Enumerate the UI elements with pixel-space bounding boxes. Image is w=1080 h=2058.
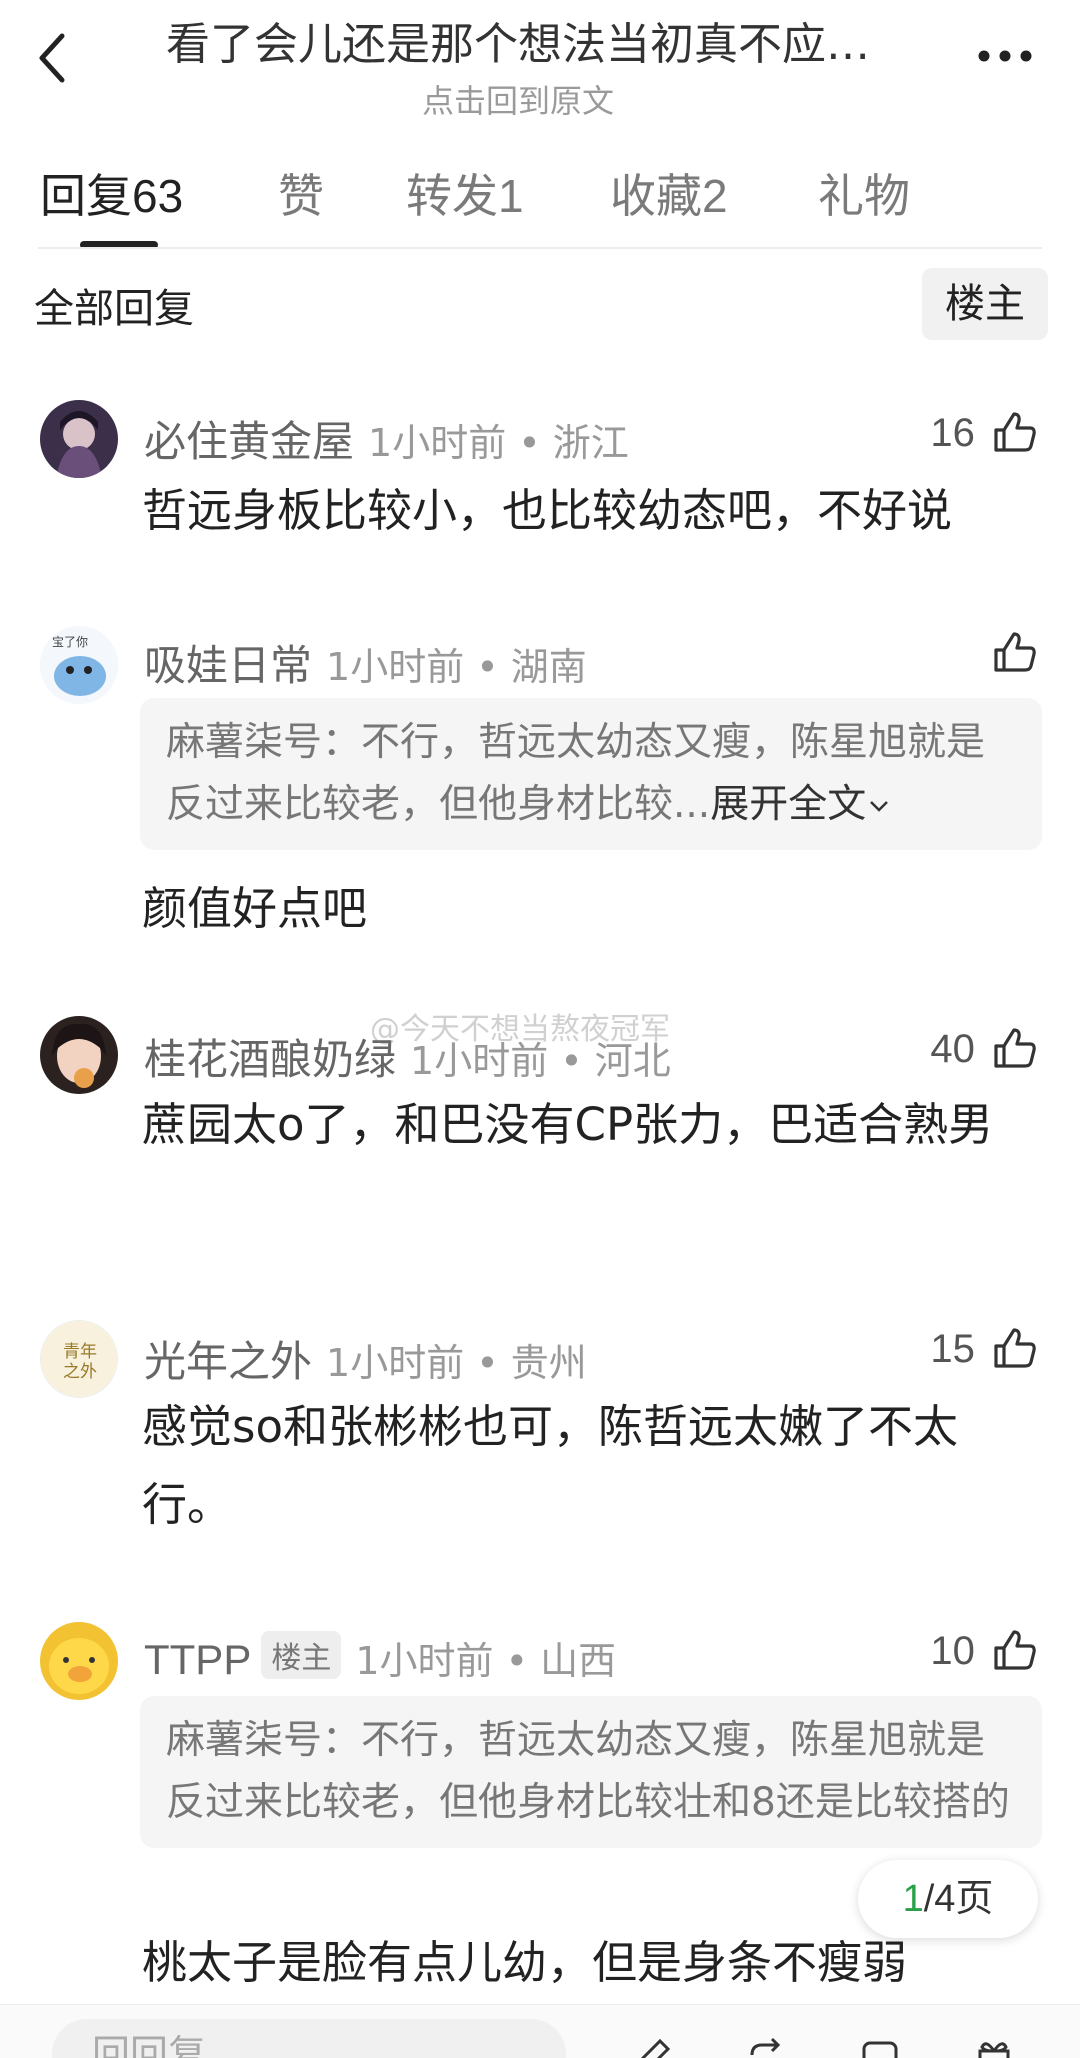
expand-full-text-link[interactable]: 展开全文	[710, 782, 892, 827]
op-badge: 楼主	[261, 1631, 342, 1679]
page-indicator[interactable]: 1/4页	[858, 1860, 1038, 1938]
watermark: @今天不想当熬夜冠军	[370, 1012, 670, 1047]
username[interactable]: 吸娃日常	[144, 641, 312, 690]
quote-author: 麻薯柒号	[166, 1718, 323, 1763]
top-bar: 看了会儿还是那个想法当初真不应… 点击回到原文	[0, 0, 1080, 120]
op-only-filter-button[interactable]: 楼主	[922, 268, 1048, 340]
post-title: 看了会儿还是那个想法当初真不应…	[166, 19, 870, 70]
title-block[interactable]: 看了会儿还是那个想法当初真不应… 点击回到原文	[118, 8, 918, 122]
username[interactable]: 光年之外	[144, 1337, 312, 1386]
like-button[interactable]: 15	[930, 1324, 1038, 1380]
avatar[interactable]	[40, 1016, 118, 1094]
thumbs-up-icon	[994, 1630, 1036, 1670]
divider	[38, 247, 1042, 249]
comment-text: 哲远身板比较小，也比较幼态吧，不好说	[142, 484, 953, 537]
quote-author: 麻薯柒号	[166, 720, 323, 765]
timestamp-location: 1小时前 • 浙江	[368, 421, 629, 465]
tab-bar: 回复63 赞 转发1 收藏2 礼物	[40, 160, 1040, 250]
avatar[interactable]: 青年 之外	[40, 1320, 118, 1398]
edit-icon[interactable]	[630, 2035, 674, 2058]
like-count: 15	[930, 1327, 975, 1371]
replies-header: 全部回复 楼主	[34, 268, 1048, 340]
quoted-reply[interactable]: 麻薯柒号：不行，哲远太幼态又瘦，陈星旭就是反过来比较老，但他身材比较...展开全…	[140, 698, 1042, 850]
more-button[interactable]	[970, 30, 1040, 80]
more-dots-icon	[978, 50, 1032, 62]
reply-input[interactable]: 回回复	[52, 2019, 566, 2058]
timestamp-location: 1小时前 • 山西	[355, 1639, 617, 1683]
like-count: 16	[930, 411, 975, 455]
repost-icon[interactable]	[744, 2035, 788, 2058]
username[interactable]: 桂花酒酿奶绿	[144, 1035, 396, 1084]
like-button[interactable]: 16	[930, 408, 1038, 464]
thumbs-up-icon	[994, 1028, 1036, 1068]
like-button[interactable]	[990, 628, 1038, 684]
chevron-down-icon	[870, 801, 889, 812]
comment-icon[interactable]	[858, 2035, 902, 2058]
total-pages: /4页	[923, 1878, 994, 1920]
comment-text: 颜值好点吧	[142, 882, 368, 935]
tab-likes[interactable]: 赞	[278, 160, 324, 226]
like-button[interactable]: 10	[930, 1626, 1038, 1682]
like-count: 40	[930, 1027, 975, 1071]
like-button[interactable]: 40	[930, 1024, 1038, 1080]
thumbs-up-icon	[994, 1328, 1036, 1368]
tab-reposts[interactable]: 转发1	[406, 160, 524, 226]
username[interactable]: 必住黄金屋	[144, 417, 354, 466]
avatar[interactable]	[40, 1622, 118, 1700]
comment-text: 蔗园太o了，和巴没有CP张力，巴适合熟男	[142, 1098, 994, 1151]
all-replies-label: 全部回复	[34, 286, 194, 332]
svg-text:青年: 青年	[63, 1342, 97, 1362]
bottom-bar: 回回复	[0, 2004, 1080, 2058]
avatar[interactable]	[40, 400, 118, 478]
like-count: 10	[930, 1629, 975, 1673]
gift-icon[interactable]	[972, 2035, 1016, 2058]
tab-gifts[interactable]: 礼物	[818, 160, 910, 226]
timestamp-location: 1小时前 • 贵州	[326, 1341, 587, 1385]
back-button[interactable]	[28, 22, 88, 92]
quoted-reply[interactable]: 麻薯柒号：不行，哲远太幼态又瘦，陈星旭就是反过来比较老，但他身材比较壮和8还是比…	[140, 1696, 1042, 1848]
username[interactable]: TTPP	[144, 1636, 251, 1683]
tab-favorites[interactable]: 收藏2	[610, 160, 728, 226]
thumbs-up-icon	[994, 412, 1036, 452]
current-page: 1	[902, 1878, 924, 1920]
thumbs-up-icon	[994, 632, 1036, 672]
tab-replies[interactable]: 回复63	[40, 160, 183, 226]
comment-text: 感觉so和张彬彬也可，陈哲远太嫩了不太行。	[142, 1400, 958, 1531]
timestamp-location: 1小时前 • 湖南	[326, 645, 587, 689]
chevron-left-icon	[39, 33, 65, 83]
svg-text:之外: 之外	[63, 1362, 97, 1382]
avatar[interactable]: 宝了你	[40, 626, 118, 704]
back-to-post-link[interactable]: 点击回到原文	[118, 76, 918, 122]
svg-text:宝了你: 宝了你	[52, 635, 88, 649]
